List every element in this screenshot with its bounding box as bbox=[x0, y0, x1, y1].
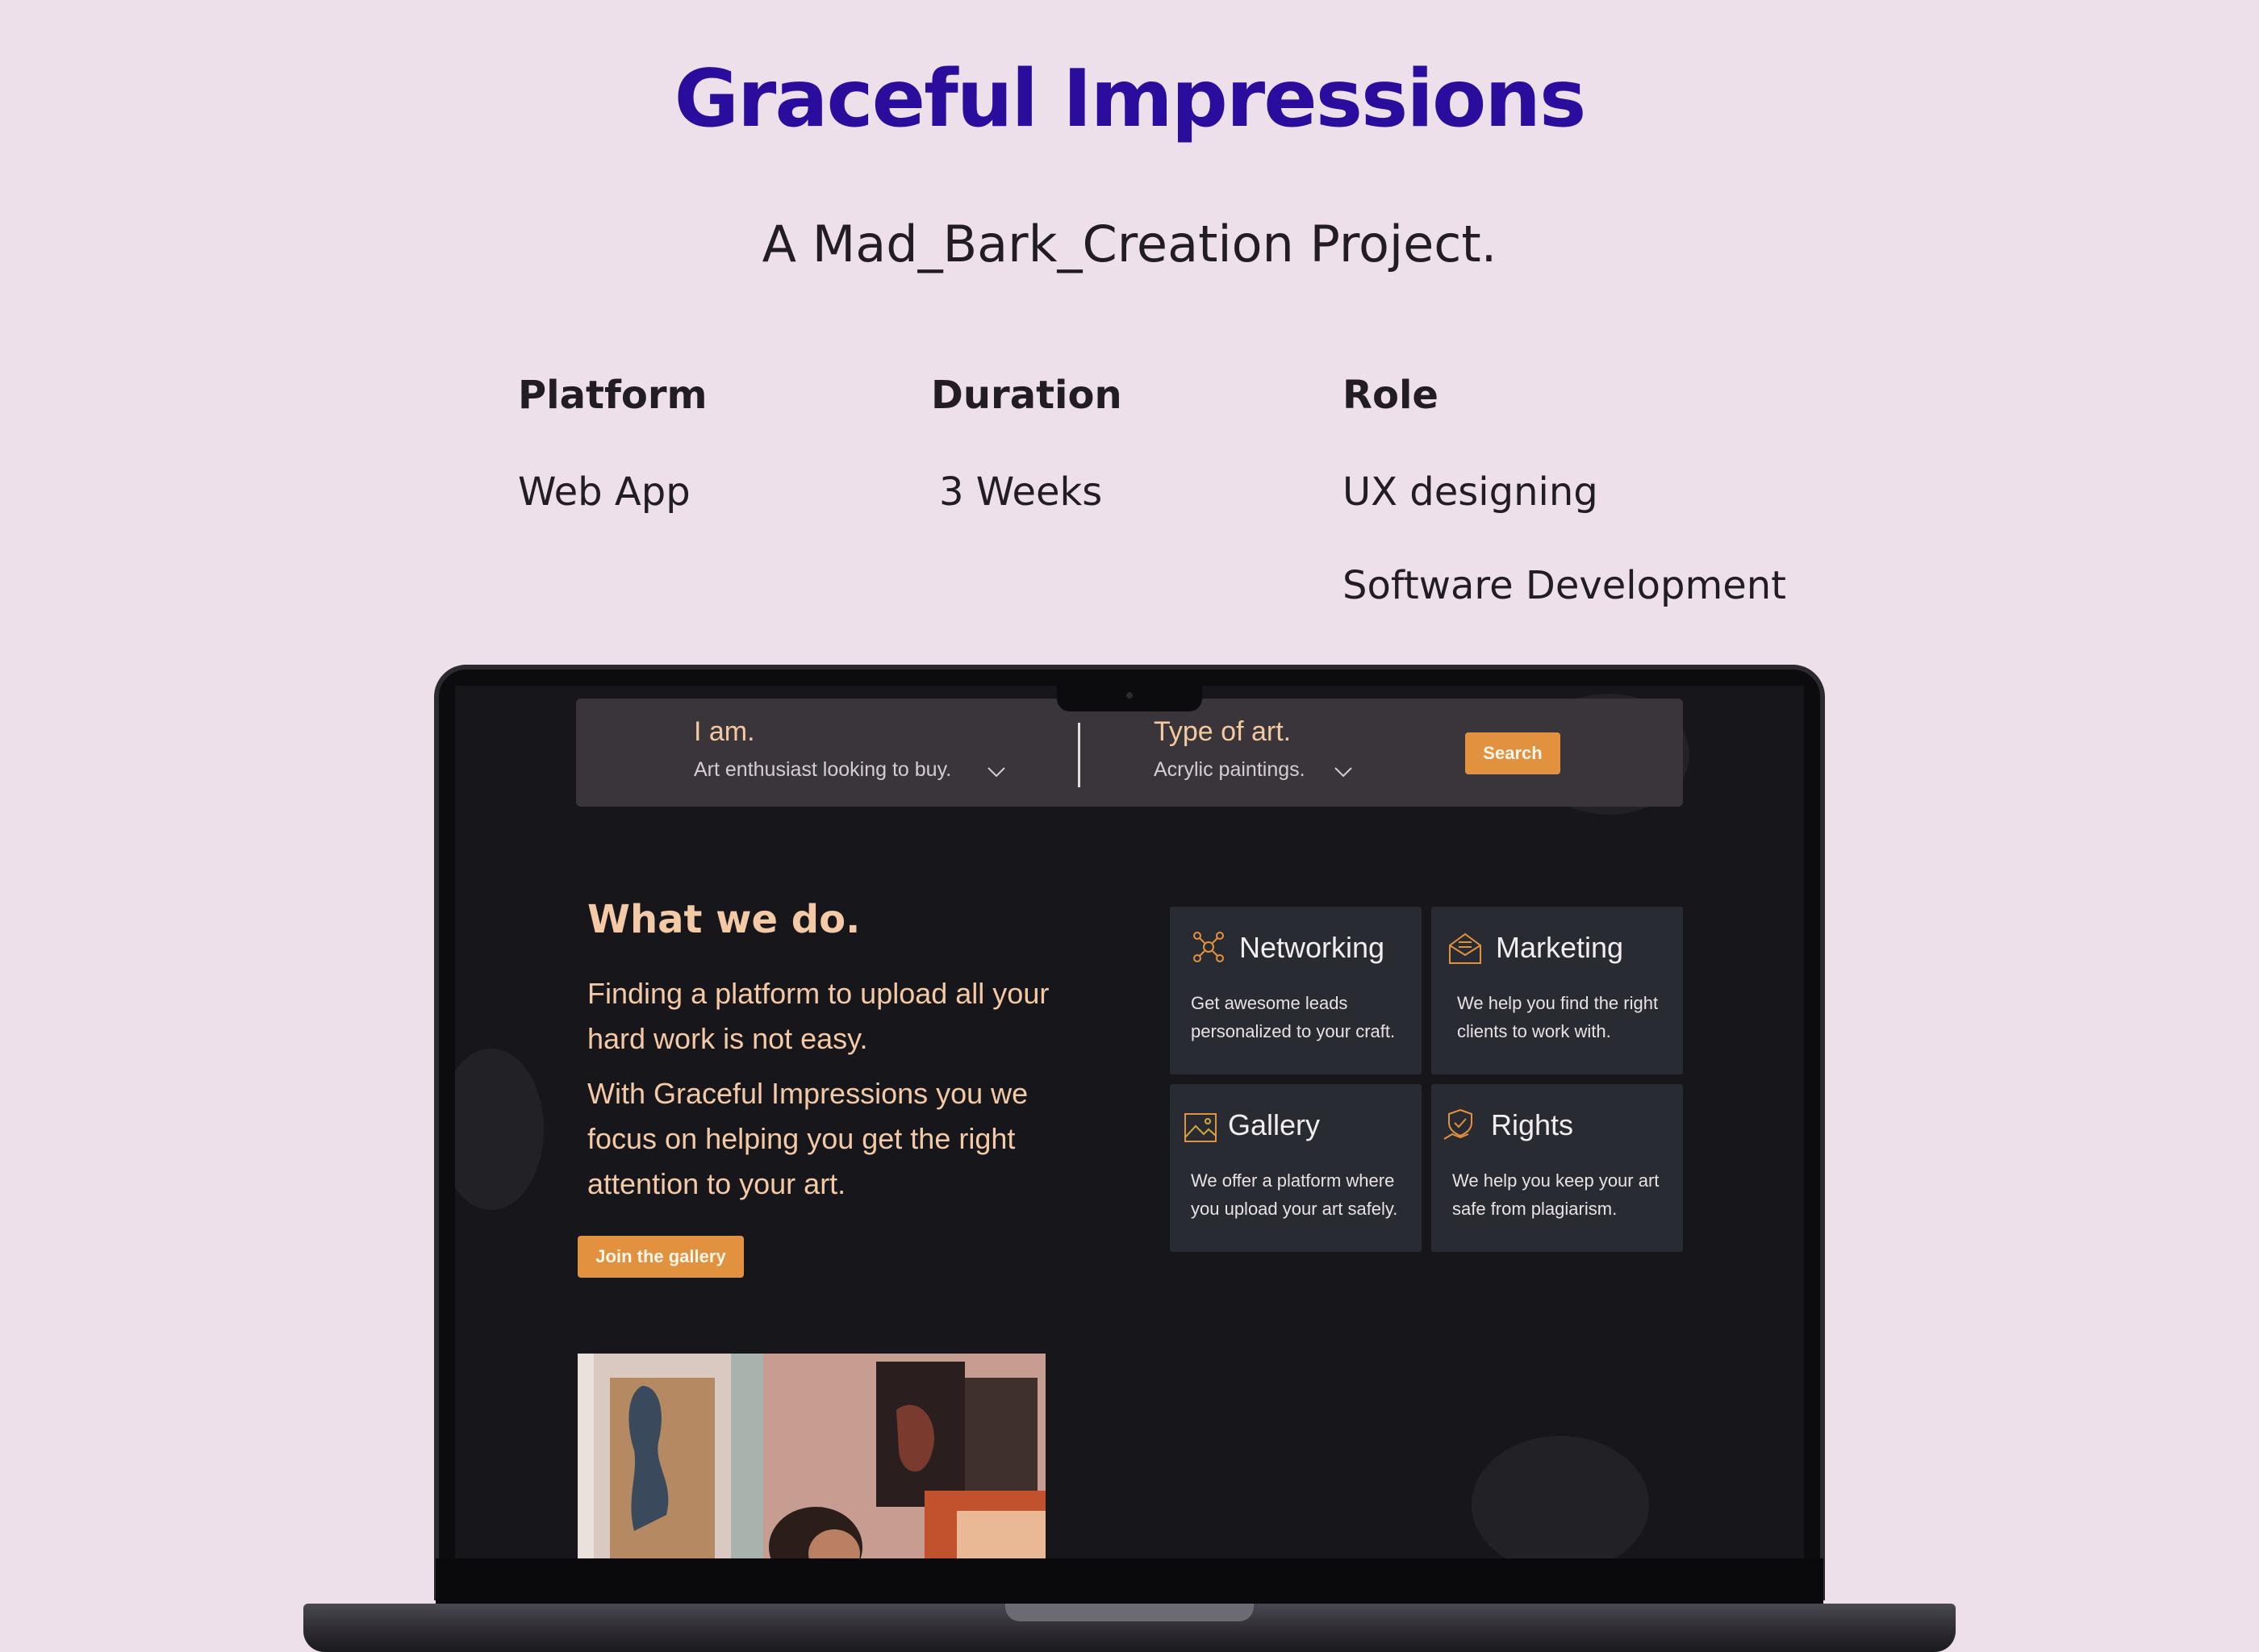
iam-label: I am. bbox=[694, 716, 755, 747]
chevron-down-icon bbox=[988, 767, 1005, 778]
feature-card-marketing[interactable]: Marketing We help you find the right cli… bbox=[1431, 907, 1683, 1074]
rights-icon bbox=[1443, 1108, 1472, 1140]
feature-card-networking[interactable]: Networking Get awesome leads personalize… bbox=[1170, 907, 1422, 1074]
project-subtitle: A Mad_Bark_Creation Project. bbox=[762, 215, 1497, 273]
networking-icon bbox=[1193, 932, 1224, 962]
iam-dropdown[interactable]: Art enthusiast looking to buy. bbox=[694, 755, 1033, 787]
what-we-do-paragraph-1: Finding a platform to upload all your ha… bbox=[587, 977, 1050, 1055]
role-value-ux: UX designing bbox=[1342, 469, 1598, 515]
card-description: Get awesome leads personalized to your c… bbox=[1191, 993, 1396, 1041]
search-divider bbox=[1078, 723, 1080, 787]
duration-heading: Duration bbox=[931, 373, 1122, 418]
role-column: Role UX designing Software Development bbox=[1342, 373, 1786, 608]
card-title: Marketing bbox=[1496, 931, 1624, 964]
duration-column: Duration 3 Weeks bbox=[931, 373, 1122, 515]
platform-heading: Platform bbox=[518, 373, 708, 418]
paint-splash-decoration bbox=[1472, 1436, 1649, 1558]
feature-card-gallery[interactable]: Gallery We offer a platform where you up… bbox=[1170, 1084, 1422, 1252]
gallery-icon bbox=[1184, 1113, 1217, 1142]
role-value-dev: Software Development bbox=[1342, 563, 1786, 608]
iam-dropdown-value: Art enthusiast looking to buy. bbox=[694, 758, 952, 781]
platform-value: Web App bbox=[518, 469, 691, 515]
role-heading: Role bbox=[1342, 373, 1438, 418]
artist-studio-photo bbox=[578, 1354, 1046, 1558]
art-type-label: Type of art. bbox=[1154, 716, 1292, 747]
search-bar: I am. Art enthusiast looking to buy. Typ… bbox=[576, 699, 1683, 807]
laptop-screen: I am. Art enthusiast looking to buy. Typ… bbox=[455, 686, 1804, 1558]
art-type-dropdown-value: Acrylic paintings. bbox=[1154, 758, 1305, 781]
what-we-do-paragraph-2: With Graceful Impressions you we focus o… bbox=[587, 1077, 1029, 1200]
art-type-dropdown[interactable]: Acrylic paintings. bbox=[1154, 755, 1363, 787]
platform-column: Platform Web App bbox=[518, 373, 708, 515]
laptop-base bbox=[303, 1604, 1956, 1652]
laptop-bezel-bottom bbox=[436, 1558, 1823, 1607]
search-button[interactable]: Search bbox=[1465, 732, 1560, 774]
paint-splash-decoration bbox=[455, 1049, 544, 1210]
card-title: Rights bbox=[1491, 1108, 1574, 1141]
card-description: We help you keep your art safe from plag… bbox=[1452, 1170, 1660, 1219]
marketing-icon bbox=[1449, 932, 1481, 964]
card-description: We help you find the right clients to wo… bbox=[1457, 993, 1659, 1041]
join-gallery-button[interactable]: Join the gallery bbox=[578, 1236, 744, 1278]
feature-card-rights[interactable]: Rights We help you keep your art safe fr… bbox=[1431, 1084, 1683, 1252]
card-description: We offer a platform where you upload you… bbox=[1191, 1170, 1398, 1219]
artist-studio-image bbox=[578, 1354, 1046, 1558]
card-title: Networking bbox=[1239, 931, 1385, 964]
camera-notch bbox=[1057, 684, 1202, 711]
chevron-down-icon bbox=[1334, 767, 1352, 778]
what-we-do-heading: What we do. bbox=[587, 897, 861, 942]
project-title: Graceful Impressions bbox=[674, 53, 1587, 145]
card-title: Gallery bbox=[1228, 1108, 1321, 1141]
duration-value: 3 Weeks bbox=[939, 469, 1103, 515]
